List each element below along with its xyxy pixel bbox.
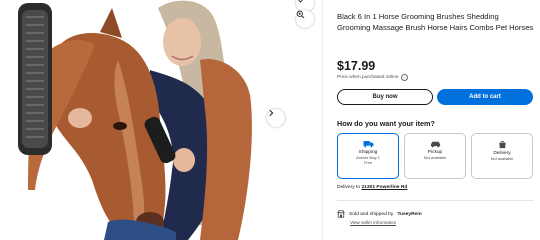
fulfillment-question: How do you want your item? xyxy=(337,119,435,128)
seller-name: TuseyRein xyxy=(397,211,422,217)
photo-woman-hand-right xyxy=(173,148,195,172)
fulfillment-options: Shipping Arrives May 1 Free Pickup Not a… xyxy=(337,133,534,179)
zoom-button[interactable] xyxy=(296,10,314,28)
delivery-bag-icon xyxy=(498,140,506,149)
photo-brush-product xyxy=(18,3,52,155)
shipping-cost: Free xyxy=(364,160,372,165)
delivery-prefix: Delivery to xyxy=(337,185,361,190)
price-note-text: Price when purchased online xyxy=(337,75,399,80)
product-price: $17.99 xyxy=(337,59,376,73)
truck-icon xyxy=(362,141,374,148)
shipping-option[interactable]: Shipping Arrives May 1 Free xyxy=(337,133,399,179)
info-icon[interactable]: i xyxy=(400,74,408,81)
photo-woman-hand-left xyxy=(68,108,92,128)
delivery-address-link[interactable]: 21301 Powerline Rd xyxy=(361,185,407,190)
chevron-right-icon xyxy=(269,109,274,117)
photo-horse-eye xyxy=(113,122,127,130)
product-image-gallery xyxy=(0,0,322,240)
price-note: Price when purchased online i xyxy=(337,74,408,81)
next-image-button[interactable] xyxy=(267,109,285,127)
delivery-option[interactable]: Delivery Not available xyxy=(471,133,533,179)
sold-by-prefix: Sold and shipped by xyxy=(349,211,394,217)
sold-by: Sold and shipped by TuseyRein xyxy=(337,210,422,218)
panel-divider xyxy=(322,0,323,240)
photo-horse-body xyxy=(200,59,252,240)
view-seller-info-link[interactable]: View seller information xyxy=(350,220,396,225)
pickup-availability: Not available xyxy=(423,155,447,160)
heart-icon xyxy=(298,0,303,3)
zoom-in-icon xyxy=(296,10,305,19)
photo-horse-ear xyxy=(100,8,122,38)
delivery-availability: Not available xyxy=(490,156,514,161)
product-title: Black 6 In 1 Horse Grooming Brushes Shed… xyxy=(337,12,534,33)
pickup-option[interactable]: Pickup Not available xyxy=(404,133,466,179)
buy-now-button[interactable]: Buy now xyxy=(337,89,433,105)
delivery-location: Delivery to 21301 Powerline Rd xyxy=(337,185,407,190)
section-divider xyxy=(337,200,534,201)
add-to-cart-button[interactable]: Add to cart xyxy=(437,89,533,105)
store-icon xyxy=(337,210,345,218)
car-icon xyxy=(430,141,440,148)
